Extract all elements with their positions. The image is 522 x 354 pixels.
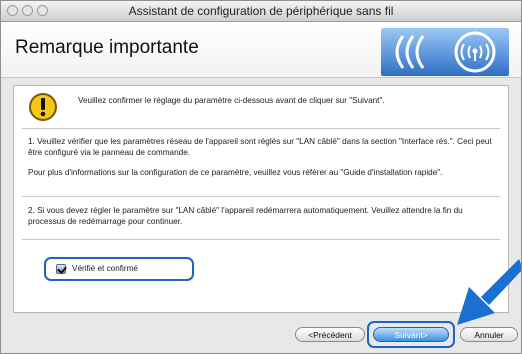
content-panel: Veuillez confirmer le réglage du paramèt…	[13, 85, 509, 313]
warning-icon	[29, 93, 57, 121]
window-title: Assistant de configuration de périphériq…	[128, 4, 394, 18]
wizard-window: Assistant de configuration de périphériq…	[0, 0, 522, 354]
paragraph-1: 1. Veuillez vérifier que les paramètres …	[28, 137, 492, 157]
previous-button[interactable]: <Précédent	[295, 327, 365, 342]
wireless-logo-icon	[381, 28, 509, 76]
arrow-icon	[457, 259, 521, 325]
confirm-label[interactable]: Vérifié et confirmé	[72, 264, 138, 273]
title-bar[interactable]: Assistant de configuration de périphériq…	[1, 1, 521, 22]
confirm-highlight: Vérifié et confirmé	[44, 257, 194, 281]
warning-text: Veuillez confirmer le réglage du paramèt…	[78, 96, 385, 105]
wizard-header: Remarque importante	[1, 22, 521, 78]
cancel-button[interactable]: Annuler	[460, 327, 518, 342]
paragraph-3: 2. Si vous devez régler le paramètre sur…	[28, 206, 463, 226]
page-title: Remarque importante	[15, 37, 199, 58]
confirm-checkbox[interactable]	[56, 264, 66, 274]
paragraph-2: Pour plus d'informations sur la configur…	[28, 168, 443, 177]
next-button[interactable]: Suivant>	[373, 327, 449, 342]
divider	[22, 128, 500, 129]
divider	[22, 239, 500, 240]
divider	[22, 196, 500, 197]
